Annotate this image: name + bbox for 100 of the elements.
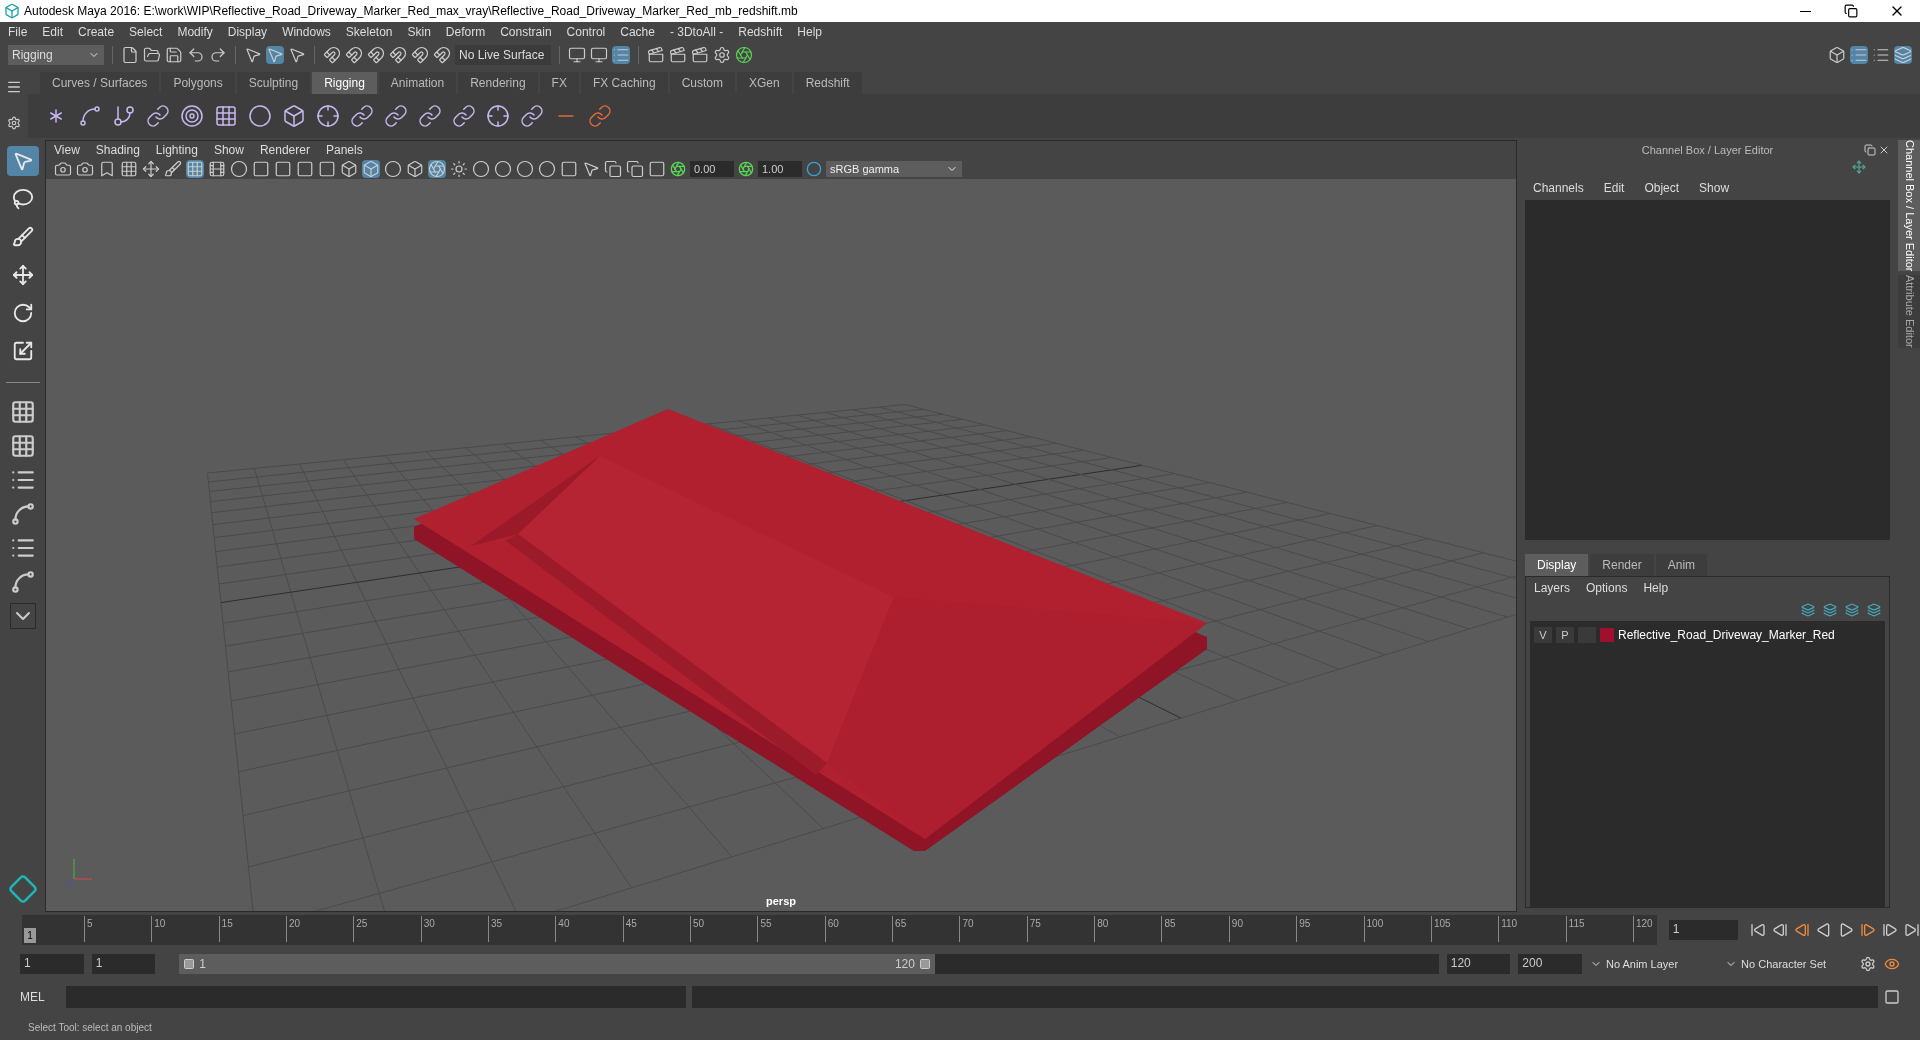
attribute-editor-icon[interactable]: [1850, 46, 1868, 64]
layer-menu-item[interactable]: Layers: [1534, 579, 1571, 597]
render-view-icon[interactable]: [669, 46, 687, 64]
step-forward-icon[interactable]: [1882, 922, 1898, 938]
shelf-tab[interactable]: FX: [539, 72, 579, 94]
tool-settings-icon[interactable]: [1872, 46, 1890, 64]
snap-point-icon[interactable]: [367, 46, 385, 64]
save-icon[interactable]: [165, 46, 183, 64]
wireframe-icon[interactable]: [340, 160, 358, 178]
channel-menu-item[interactable]: Channels: [1533, 179, 1584, 197]
panel-menu-item[interactable]: Panels: [325, 141, 363, 159]
select-tool-icon[interactable]: [6, 146, 39, 176]
light-icon[interactable]: [450, 160, 468, 178]
ik-handle-icon[interactable]: [78, 104, 102, 128]
axis-icon[interactable]: [142, 160, 160, 178]
shelf-tab[interactable]: Sculpting: [236, 72, 311, 94]
shelf-tab[interactable]: Animation: [378, 72, 457, 94]
move-layer-up-icon[interactable]: [1801, 603, 1815, 617]
viewport[interactable]: persp: [46, 179, 1516, 911]
shelf-tab[interactable]: XGen: [736, 72, 792, 94]
range-slider-bar[interactable]: 1 120: [179, 954, 935, 974]
snap-curve-icon[interactable]: [345, 46, 363, 64]
range-start-handle-icon[interactable]: [183, 958, 196, 970]
anim-layer-dropdown[interactable]: No Anim Layer: [1589, 954, 1718, 974]
undo-icon[interactable]: [187, 46, 205, 64]
render-frame-icon[interactable]: [647, 46, 665, 64]
select-component-icon[interactable]: [288, 46, 306, 64]
layer-menu-item[interactable]: Help: [1643, 579, 1669, 597]
shelf-tab[interactable]: Polygons: [161, 72, 235, 94]
shelf-tab[interactable]: Redshift: [793, 72, 862, 94]
layer-menu-item[interactable]: Options: [1586, 579, 1628, 597]
move-layer-down-icon[interactable]: [1823, 603, 1837, 617]
menu-item[interactable]: File: [8, 23, 28, 41]
live-surface-field[interactable]: No Live Surface: [455, 45, 551, 65]
ipr-render-icon[interactable]: [691, 46, 709, 64]
go-to-start-icon[interactable]: [1750, 922, 1766, 938]
menu-item[interactable]: Display: [227, 23, 268, 41]
redo-icon[interactable]: [209, 46, 227, 64]
shelf-tab[interactable]: FX Caching: [580, 72, 668, 94]
float-panel-icon[interactable]: [1864, 144, 1876, 156]
channel-box-icon[interactable]: [1894, 46, 1912, 64]
menu-item[interactable]: Modify: [177, 23, 213, 41]
go-to-end-icon[interactable]: [1904, 922, 1920, 938]
camera-icon[interactable]: [54, 160, 72, 178]
snap-grid-icon[interactable]: [323, 46, 341, 64]
menu-item[interactable]: Help: [797, 23, 822, 41]
channel-menu-item[interactable]: Show: [1699, 179, 1730, 197]
scale-link-icon[interactable]: [452, 104, 476, 128]
panel-menu-item[interactable]: Shading: [95, 141, 140, 159]
panel-menu-item[interactable]: Renderer: [259, 141, 310, 159]
play-backwards-icon[interactable]: [1816, 922, 1832, 938]
visibility-toggle[interactable]: V: [1534, 627, 1552, 643]
parent-icon[interactable]: [520, 104, 544, 128]
new-layer-selected-icon[interactable]: [1867, 603, 1881, 617]
new-scene-icon[interactable]: [121, 46, 139, 64]
shelf-tab[interactable]: Custom: [669, 72, 735, 94]
channel-menu-item[interactable]: Edit: [1603, 179, 1625, 197]
manipulator-icon[interactable]: [1852, 160, 1866, 174]
menu-item[interactable]: Windows: [282, 23, 331, 41]
range-end-handle-icon[interactable]: [918, 958, 931, 970]
render-settings-icon[interactable]: [713, 46, 731, 64]
paired-link-icon[interactable]: [588, 104, 612, 128]
wireframe-on-shaded-icon[interactable]: [406, 160, 424, 178]
panel-menu-item[interactable]: Lighting: [155, 141, 198, 159]
gamma-field[interactable]: 1.00: [758, 161, 802, 177]
layer-color-swatch[interactable]: [1600, 628, 1614, 642]
shelf-tab[interactable]: Rendering: [458, 72, 538, 94]
history-icon[interactable]: [612, 46, 630, 64]
step-back-icon[interactable]: [1772, 922, 1788, 938]
menu-item[interactable]: Create: [78, 23, 115, 41]
start-frame-field[interactable]: 1: [20, 954, 84, 974]
panel-menu-item[interactable]: Show: [213, 141, 244, 159]
camera-attr-icon[interactable]: [76, 160, 94, 178]
ik-spline-icon[interactable]: [112, 104, 136, 128]
select-object-icon[interactable]: [266, 46, 284, 64]
settings-icon[interactable]: [7, 115, 21, 130]
menu-item[interactable]: Cache: [620, 23, 655, 41]
next-key-icon[interactable]: [1860, 922, 1876, 938]
menu-item[interactable]: Skin: [407, 23, 431, 41]
playback-start-field[interactable]: 1: [91, 954, 156, 974]
previous-key-icon[interactable]: [1794, 922, 1810, 938]
menu-item[interactable]: Skeleton: [345, 23, 393, 41]
aim-icon[interactable]: [384, 104, 408, 128]
color-space-dropdown[interactable]: sRGB gamma: [826, 161, 962, 177]
panel-menu-item[interactable]: View: [54, 141, 80, 159]
mode-dropdown[interactable]: Rigging: [8, 45, 104, 65]
menu-item[interactable]: Control: [566, 23, 606, 41]
shelf-tab[interactable]: Rigging: [312, 72, 377, 94]
current-frame-field[interactable]: 1: [1668, 920, 1738, 940]
end-frame-field[interactable]: 200: [1518, 954, 1582, 974]
grid-icon[interactable]: [186, 160, 204, 178]
shelf-tab[interactable]: Curves / Surfaces: [40, 72, 160, 94]
chain-icon[interactable]: [146, 104, 170, 128]
close-panel-icon[interactable]: [1878, 144, 1890, 156]
bookmark-icon[interactable]: [98, 160, 116, 178]
layer-name[interactable]: Reflective_Road_Driveway_Marker_Red: [1618, 626, 1835, 644]
smooth-shade-icon[interactable]: [362, 160, 380, 178]
modeling-toolkit-icon[interactable]: [1828, 46, 1846, 64]
command-input[interactable]: [66, 986, 686, 1008]
side-tab[interactable]: Attribute Editor: [1898, 275, 1920, 349]
